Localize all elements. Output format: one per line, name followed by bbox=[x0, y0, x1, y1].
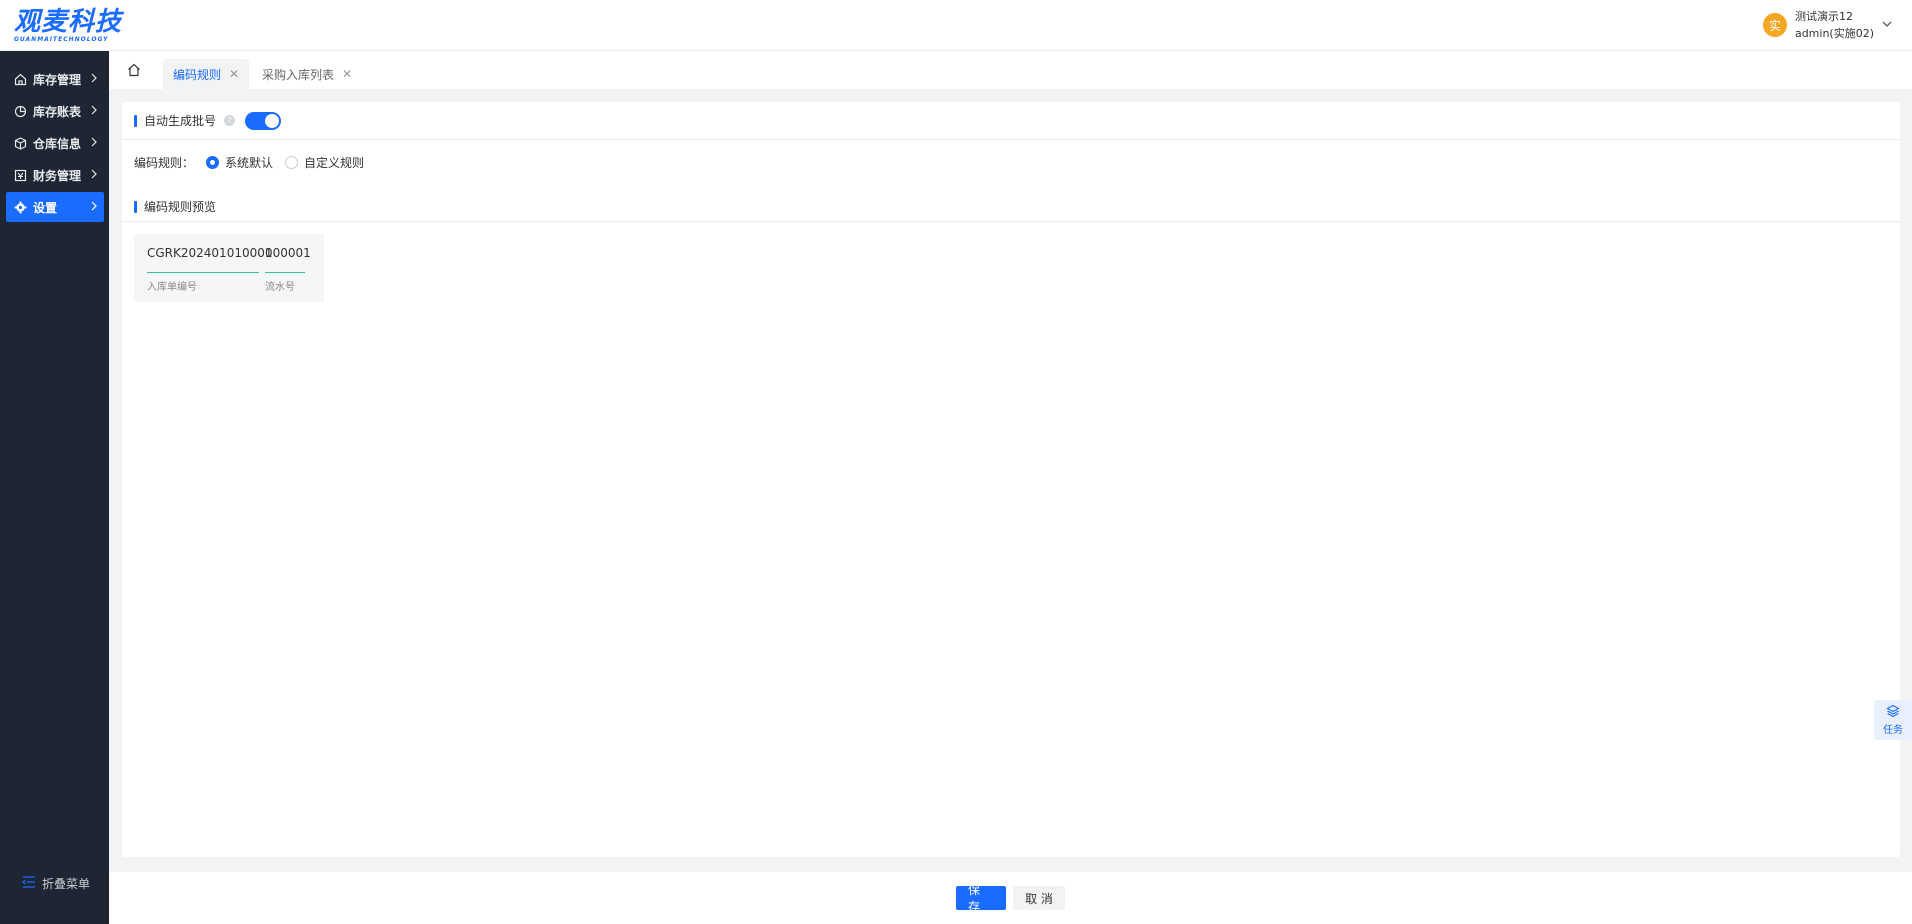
sidebar-item-label: 仓库信息 bbox=[33, 136, 82, 151]
radio-label: 系统默认 bbox=[225, 156, 274, 170]
user-account: admin(实施02) bbox=[1794, 27, 1874, 40]
auto-batch-switch[interactable] bbox=[245, 111, 282, 130]
footer-bar: 保 存 取 消 bbox=[109, 872, 1912, 924]
close-icon[interactable]: ✕ bbox=[342, 67, 352, 81]
sidebar-item-label: 库存管理 bbox=[33, 72, 82, 87]
collapse-menu-icon bbox=[22, 876, 36, 891]
user-menu[interactable]: 实 测试演示12 admin(实施02) bbox=[1762, 8, 1892, 42]
section-bar bbox=[134, 114, 137, 127]
save-button[interactable]: 保 存 bbox=[956, 883, 1006, 914]
sidebar-item-label: 设置 bbox=[33, 200, 58, 215]
logo-subtext: GUANMAITECHNOLOGY bbox=[14, 36, 109, 43]
chevron-right-icon bbox=[90, 104, 98, 118]
segment-label: 入库单编号 bbox=[147, 282, 197, 293]
main-panel: 自动生成批号 ? 编码规则： 系统默认 自定义规则 编码规则预览 CGRK202… bbox=[122, 102, 1900, 857]
segment-value: 000001 bbox=[265, 246, 311, 260]
sidebar: 库存管理 库存账表 仓库信息 财务管理 设置 折叠菜单 bbox=[0, 51, 109, 924]
chevron-right-icon bbox=[90, 200, 98, 214]
gear-icon bbox=[13, 200, 27, 214]
home-icon bbox=[13, 72, 27, 86]
preview-title: 编码规则预览 bbox=[144, 200, 217, 214]
sidebar-item-inventory-ledger[interactable]: 库存账表 bbox=[6, 96, 104, 126]
sidebar-item-label: 财务管理 bbox=[33, 168, 82, 183]
tab-purchase-inbound-list[interactable]: 采购入库列表 ✕ bbox=[252, 59, 362, 89]
radio-custom-rule[interactable]: 自定义规则 bbox=[285, 154, 364, 171]
chevron-right-icon bbox=[90, 136, 98, 150]
chevron-down-icon[interactable] bbox=[1882, 19, 1892, 32]
segment-label: 流水号 bbox=[265, 282, 295, 293]
segment-underline bbox=[147, 272, 259, 273]
sidebar-item-inventory[interactable]: 库存管理 bbox=[6, 64, 104, 94]
chevron-right-icon bbox=[90, 72, 98, 86]
chevron-right-icon bbox=[90, 168, 98, 182]
task-label: 任务 bbox=[1883, 725, 1903, 736]
avatar[interactable]: 实 bbox=[1762, 13, 1787, 37]
coding-rule-row: 编码规则： 系统默认 自定义规则 bbox=[134, 154, 364, 171]
layers-icon bbox=[1886, 704, 1900, 721]
tab-label: 编码规则 bbox=[173, 67, 222, 82]
coding-rule-label: 编码规则： bbox=[134, 156, 195, 170]
auto-batch-label: 自动生成批号 bbox=[144, 114, 217, 128]
auto-batch-row: 自动生成批号 ? bbox=[122, 102, 1900, 140]
close-icon[interactable]: ✕ bbox=[229, 67, 239, 81]
tab-coding-rules[interactable]: 编码规则 ✕ bbox=[163, 59, 250, 89]
tab-label: 采购入库列表 bbox=[262, 67, 335, 82]
collapse-menu-button[interactable]: 折叠菜单 bbox=[22, 875, 90, 892]
top-header: 观麦科技 GUANMAITECHNOLOGY 实 测试演示12 admin(实施… bbox=[0, 0, 1912, 51]
sidebar-item-label: 库存账表 bbox=[33, 104, 82, 119]
sidebar-item-warehouse-info[interactable]: 仓库信息 bbox=[6, 128, 104, 158]
switch-knob bbox=[265, 113, 280, 128]
finance-icon bbox=[13, 168, 27, 182]
radio-label: 自定义规则 bbox=[304, 156, 365, 170]
logo[interactable]: 观麦科技 GUANMAITECHNOLOGY bbox=[14, 8, 122, 43]
user-info[interactable]: 测试演示12 admin(实施02) bbox=[1795, 8, 1874, 42]
cube-icon bbox=[13, 136, 27, 150]
logo-text: 观麦科技 bbox=[14, 7, 123, 37]
cancel-button[interactable]: 取 消 bbox=[1013, 886, 1065, 910]
task-float-button[interactable]: 任务 bbox=[1874, 700, 1912, 740]
collapse-menu-label: 折叠菜单 bbox=[42, 877, 91, 891]
radio-system-default[interactable]: 系统默认 bbox=[206, 154, 273, 171]
section-bar bbox=[134, 200, 137, 213]
home-tab[interactable] bbox=[127, 61, 145, 79]
radio-dot[interactable] bbox=[285, 156, 299, 169]
preview-header-row: 编码规则预览 bbox=[122, 192, 1900, 222]
pie-chart-icon bbox=[13, 104, 27, 118]
preview-box: CGRK202401010001 入库单编号 000001 流水号 bbox=[134, 234, 324, 302]
segment-value: CGRK202401010001 bbox=[147, 246, 273, 260]
segment-underline bbox=[265, 272, 305, 273]
radio-dot[interactable] bbox=[206, 156, 220, 169]
sidebar-item-finance[interactable]: 财务管理 bbox=[6, 160, 104, 190]
tab-bar: 编码规则 ✕ 采购入库列表 ✕ bbox=[109, 51, 1912, 89]
help-icon[interactable]: ? bbox=[224, 115, 236, 126]
user-name: 测试演示12 bbox=[1794, 10, 1853, 23]
sidebar-item-settings[interactable]: 设置 bbox=[6, 192, 104, 222]
